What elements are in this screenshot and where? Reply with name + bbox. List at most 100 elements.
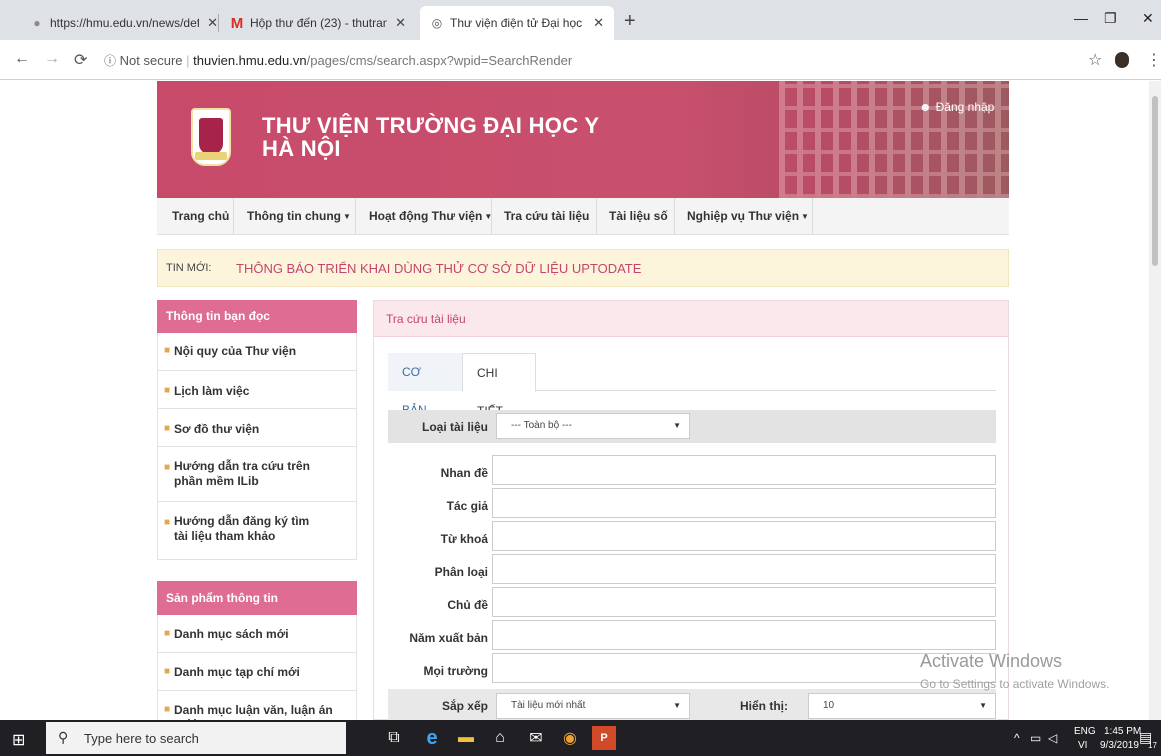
minimize-icon[interactable]: — [1074,10,1088,26]
tab-detail[interactable]: CHI TIẾT [462,353,536,418]
clock-time[interactable]: 1:45 PM [1104,726,1141,737]
language-top[interactable]: ENG [1074,726,1096,737]
language-bottom[interactable]: VI [1078,740,1087,751]
sidebar-item-reference-guide[interactable]: ■ Hướng dẫn đăng ký tìm tài liệu tham khả… [157,502,357,560]
site-banner: THƯ VIỆN TRƯỜNG ĐẠI HỌC Y HÀ NỘI ☻ Đăng … [157,81,1009,198]
author-input[interactable] [492,488,996,518]
sidebar-item-ilib-guide[interactable]: ■ Hướng dẫn tra cứu trên phần mềm ILib [157,447,357,502]
sidebar-item-map[interactable]: ■ Sơ đồ thư viện [157,409,357,447]
store-icon[interactable]: ⌂ [488,726,512,750]
taskbar-search-box[interactable]: ⚲ Type here to search [46,722,346,754]
all-fields-label: Mọi trường [423,664,488,678]
info-icon[interactable]: ⓘ [104,54,116,68]
bookmark-star-icon[interactable]: ☆ [1088,50,1102,70]
windows-start-icon[interactable]: ⊞ [12,730,25,750]
url-path: /pages/cms/search.aspx?wpid=SearchRender [306,53,573,68]
globe-icon: ● [33,16,41,30]
close-tab-icon[interactable]: ✕ [593,15,604,31]
nav-digital-docs[interactable]: Tài liệu số [609,198,668,235]
subject-label: Chủ đề [447,598,488,612]
extension-icon[interactable] [1115,52,1129,68]
reload-icon[interactable]: ⟳ [74,50,87,70]
gmail-icon: M [230,14,244,32]
sidebar-item-label: Hướng dẫn đăng ký tìm tài liệu tham khảo [174,514,310,543]
taskbar-search-placeholder: Type here to search [84,731,199,746]
security-label: Not secure [119,53,183,68]
nav-label: Trang chủ [172,209,230,223]
nav-general-info[interactable]: Thông tin chung ▼ [247,198,351,235]
logo-ribbon [195,152,227,160]
news-label: TIN MỚI: [166,262,212,274]
login-label: Đăng nhập [935,100,995,114]
browser-menu-icon[interactable]: ⋮ [1146,50,1161,70]
sidebar-item-new-books[interactable]: ■ Danh mục sách mới [157,615,357,653]
sidebar-item-new-theses[interactable]: ■Danh mục luận văn, luận án mới [157,691,357,720]
sidebar-item-label: Danh mục tạp chí mới [174,665,300,679]
browser-tab-gmail[interactable]: M Hộp thư đến (23) - thutrang@hn ✕ [220,6,416,40]
news-ticker: TIN MỚI: THÔNG BÁO TRIỂN KHAI DÙNG THỬ C… [157,249,1009,287]
restore-icon[interactable]: ❐ [1104,10,1117,27]
nav-library-activities[interactable]: Hoạt động Thư viện ▼ [369,198,492,235]
site-title: THƯ VIỆN TRƯỜNG ĐẠI HỌC Y HÀ NỘI [262,114,599,160]
sidebar-item-rules[interactable]: ■ Nội quy của Thư viện [157,333,357,371]
classification-input[interactable] [492,554,996,584]
news-headline[interactable]: THÔNG BÁO TRIỂN KHAI DÙNG THỬ CƠ SỞ DỮ L… [236,261,641,276]
nav-separator [355,198,356,235]
sort-label: Sắp xếp [441,699,488,713]
subject-input[interactable] [492,587,996,617]
university-logo[interactable] [191,108,231,166]
close-window-icon[interactable]: ✕ [1142,10,1154,27]
new-tab-button[interactable]: + [624,11,636,31]
chrome-icon[interactable]: ◉ [558,726,582,750]
nav-label: Tra cứu tài liệu [504,209,590,223]
nav-home[interactable]: Trang chủ [172,198,229,235]
clock-date[interactable]: 9/3/2019 [1100,740,1139,751]
search-icon: ⚲ [58,729,69,745]
powerpoint-icon[interactable]: P [592,726,616,750]
sidebar-item-new-journals[interactable]: ■ Danh mục tạp chí mới [157,653,357,691]
nav-library-operations[interactable]: Nghiệp vụ Thư viện ▼ [687,198,809,235]
browser-tab-library[interactable]: ◎ Thư viện điện tử Đại học Y Hà Nội ✕ [420,6,614,40]
activate-windows-subtitle: Go to Settings to activate Windows. [920,677,1110,691]
sidebar-item-schedule[interactable]: ■ Lịch làm việc [157,371,357,409]
document-type-select[interactable]: --- Toàn bộ --- ▼ [496,413,690,439]
task-view-icon[interactable]: ⧉ [382,726,406,750]
network-icon[interactable]: ▭ [1030,731,1041,745]
tray-arrow-icon[interactable]: ^ [1014,731,1020,745]
tab-basic[interactable]: CƠ BẢN [388,353,462,417]
url-field[interactable]: ⓘ Not secure | thuvien.hmu.edu.vn/pages/… [104,52,572,69]
activate-windows-title: Activate Windows [920,651,1063,671]
building-image [779,81,1009,198]
year-input[interactable] [492,620,996,650]
display-select[interactable]: 10 ▼ [808,693,996,719]
mail-icon[interactable]: ✉ [524,726,548,750]
search-tabs: CƠ BẢN CHI TIẾT [388,353,996,418]
bullet-icon: ■ [164,704,171,715]
dropdown-arrow-icon: ▼ [673,701,681,710]
scrollbar-thumb[interactable] [1152,96,1158,266]
nav-document-search[interactable]: Tra cứu tài liệu [504,198,589,235]
tab-title: Thư viện điện tử Đại học Y Hà Nội [450,16,585,30]
file-explorer-icon[interactable]: ▬ [454,726,478,750]
close-tab-icon[interactable]: ✕ [207,15,218,31]
title-input[interactable] [492,455,996,485]
forward-arrow-icon[interactable]: → [44,50,60,68]
close-tab-icon[interactable]: ✕ [395,15,406,31]
title-label: Nhan đề [440,466,488,480]
document-type-row: Loại tài liệu --- Toàn bộ --- ▼ [388,410,996,443]
bullet-icon: ■ [164,462,171,473]
edge-icon[interactable]: e [420,726,444,750]
browser-tab-hmu-news[interactable]: ● https://hmu.edu.vn/news/default ✕ [20,6,228,40]
volume-icon[interactable]: ◁ [1048,731,1057,745]
back-arrow-icon[interactable]: ← [14,50,30,68]
sort-select[interactable]: Tài liệu mới nhất ▼ [496,693,690,719]
nav-separator [812,198,813,235]
document-type-value: --- Toàn bộ --- [511,420,572,431]
url-host: thuvien.hmu.edu.vn [193,53,307,68]
login-link[interactable]: ☻ Đăng nhập [919,100,994,114]
keyword-input[interactable] [492,521,996,551]
address-bar: ← → ⟳ ⓘ Not secure | thuvien.hmu.edu.vn/… [0,40,1161,80]
bullet-icon: ■ [164,345,171,356]
sidebar-item-label: Nội quy của Thư viện [174,344,297,358]
bullet-icon: ■ [164,666,171,677]
